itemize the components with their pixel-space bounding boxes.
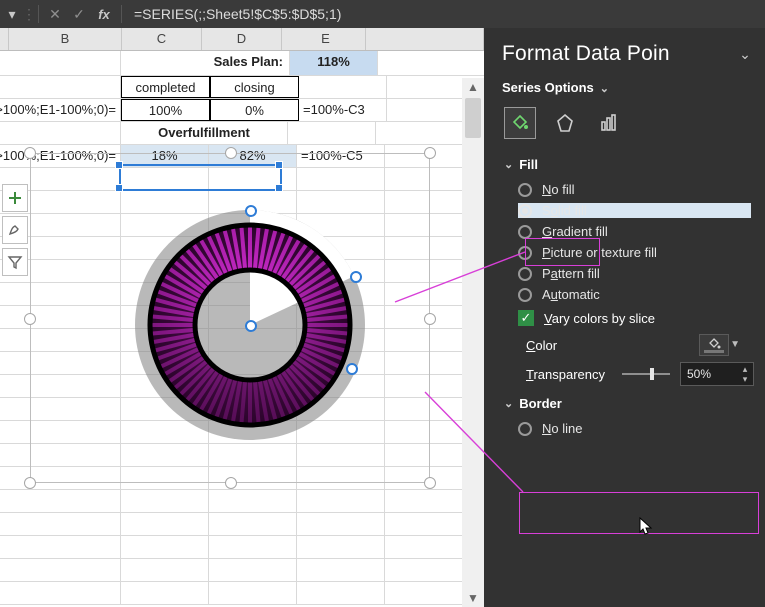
color-picker[interactable]: ▼ <box>699 334 729 356</box>
fx-icon[interactable]: fx <box>91 7 117 22</box>
scroll-down-icon[interactable]: ▼ <box>462 589 484 607</box>
scroll-up-icon[interactable]: ▲ <box>462 78 484 96</box>
transparency-label: Transparency <box>526 367 622 382</box>
cell-D3[interactable]: 0% <box>210 99 299 121</box>
border-section-header[interactable]: ⌄Border <box>504 396 751 411</box>
accept-formula-icon[interactable]: ✓ <box>67 2 91 26</box>
border-section: ⌄Border No line <box>504 396 751 436</box>
col-header-d[interactable]: D <box>202 28 282 50</box>
radio-no-fill[interactable]: No fill <box>518 182 751 197</box>
cell-C4D4[interactable]: Overfulfillment <box>121 122 288 144</box>
fill-section: ⌄Fill No fill Solid fill Gradient fill P… <box>504 157 751 386</box>
col-header-b[interactable]: B <box>9 28 122 50</box>
format-data-point-panel: Format Data Poin ⌄ Series Options⌄ ⌄Fill… <box>484 28 765 607</box>
series-options-tab-icon[interactable] <box>594 108 624 138</box>
transparency-control: Transparency 50% ▴ ▾ <box>526 362 751 386</box>
namebox-dropdown-icon[interactable]: ▾ <box>0 2 24 26</box>
cell-C1D1[interactable]: Sales Plan: <box>121 51 290 75</box>
datapoint-handle[interactable] <box>245 205 257 217</box>
radio-picture-fill[interactable]: Picture or texture fill <box>518 245 751 260</box>
resize-handle[interactable] <box>225 477 237 489</box>
radio-gradient-fill[interactable]: Gradient fill <box>518 224 751 239</box>
cell-C3[interactable]: 100% <box>121 99 210 121</box>
menu-dots-icon[interactable]: ⋮ <box>24 2 34 26</box>
cell-E3[interactable]: =100%-C3 <box>299 99 387 121</box>
vertical-scrollbar[interactable]: ▲ ▼ <box>462 78 484 607</box>
formula-input[interactable]: =SERIES(;;Sheet5!$C$5:$D$5;1) <box>126 6 765 22</box>
radio-no-line[interactable]: No line <box>518 421 751 436</box>
panel-title: Format Data Poin ⌄ <box>502 42 751 66</box>
chart-side-tools <box>2 184 26 280</box>
chevron-down-icon[interactable]: ▼ <box>730 339 740 350</box>
resize-handle[interactable] <box>424 147 436 159</box>
checkbox-vary-colors[interactable]: ✓Vary colors by slice <box>518 310 751 326</box>
col-header-c[interactable]: C <box>122 28 202 50</box>
resize-handle[interactable] <box>24 477 36 489</box>
transparency-input[interactable]: 50% ▴ ▾ <box>680 362 754 386</box>
spin-up-icon[interactable]: ▴ <box>739 364 751 374</box>
effects-tab-icon[interactable] <box>550 108 580 138</box>
series-options-dropdown[interactable]: Series Options⌄ <box>502 80 751 95</box>
color-label: Color <box>526 338 557 353</box>
cell-D2[interactable]: closing <box>210 76 299 98</box>
cancel-formula-icon[interactable]: ✕ <box>43 2 67 26</box>
radio-automatic-fill[interactable]: Automatic <box>518 287 751 302</box>
chart-object[interactable] <box>30 153 430 483</box>
resize-handle[interactable] <box>225 147 237 159</box>
column-headers: B C D E <box>0 28 484 51</box>
chart-styles-icon[interactable] <box>2 216 28 244</box>
cell-E1[interactable]: 118% <box>290 51 378 75</box>
resize-handle[interactable] <box>424 477 436 489</box>
radio-pattern-fill[interactable]: Pattern fill <box>518 266 751 281</box>
chart-filters-icon[interactable] <box>2 248 28 276</box>
scroll-thumb[interactable] <box>465 98 481 138</box>
col-header-e[interactable]: E <box>282 28 366 50</box>
datapoint-handle[interactable] <box>346 363 358 375</box>
cell-C2[interactable]: completed <box>121 76 210 98</box>
radio-solid-fill[interactable]: Solid fill <box>518 203 751 218</box>
resize-handle[interactable] <box>424 313 436 325</box>
fill-and-line-tab-icon[interactable] <box>504 107 536 139</box>
panel-options-dropdown-icon[interactable]: ⌄ <box>739 46 751 63</box>
fill-section-header[interactable]: ⌄Fill <box>504 157 751 172</box>
spin-down-icon[interactable]: ▾ <box>739 374 751 384</box>
formula-bar: ▾ ⋮ ✕ ✓ fx =SERIES(;;Sheet5!$C$5:$D$5;1) <box>0 0 765 29</box>
resize-handle[interactable] <box>24 313 36 325</box>
datapoint-handle[interactable] <box>245 320 257 332</box>
cell-B3[interactable]: =IF(E1>100%;E1-100%;0) <box>0 99 121 121</box>
transparency-slider[interactable] <box>622 367 670 381</box>
worksheet[interactable]: B C D E Sales Plan: 118% completed closi… <box>0 28 484 607</box>
datapoint-handle[interactable] <box>350 271 362 283</box>
chart-elements-icon[interactable] <box>2 184 28 212</box>
resize-handle[interactable] <box>24 147 36 159</box>
